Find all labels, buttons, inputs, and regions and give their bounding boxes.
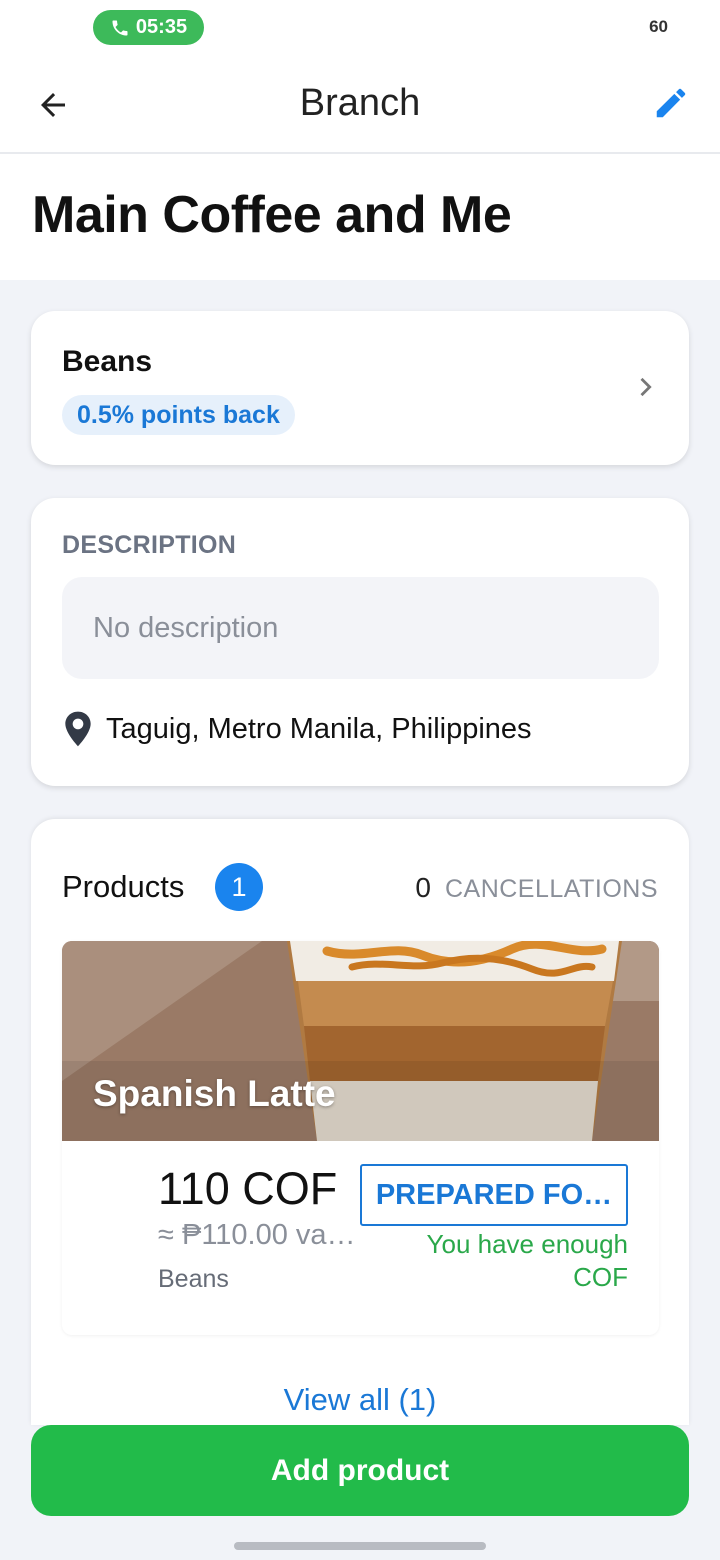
- page-title: Main Coffee and Me: [32, 186, 512, 244]
- product-name: Spanish Latte: [93, 1073, 336, 1114]
- product-image: Spanish Latte: [62, 941, 659, 1141]
- product-peso-value: ≈ ₱110.00 va…: [158, 1219, 356, 1251]
- home-indicator[interactable]: [234, 1542, 486, 1550]
- pencil-icon: [656, 88, 686, 118]
- location-text: Taguig, Metro Manila, Philippines: [106, 712, 532, 745]
- battery-level: 60: [649, 17, 668, 36]
- cancellations-count: 0: [415, 872, 431, 903]
- description-label: DESCRIPTION: [62, 531, 237, 559]
- products-count-badge: 1: [215, 863, 263, 911]
- add-product-button[interactable]: Add product: [31, 1425, 689, 1516]
- ongoing-call-pill[interactable]: 05:35: [93, 10, 204, 45]
- location-row: Taguig, Metro Manila, Philippines: [62, 710, 532, 748]
- beans-title: Beans: [62, 345, 153, 378]
- map-pin-icon: [65, 711, 91, 747]
- products-label: Products: [62, 869, 185, 904]
- description-card: DESCRIPTION No description Taguig, Metro…: [31, 498, 689, 786]
- call-time: 05:35: [135, 16, 188, 38]
- cancellations: 0 CANCELLATIONS: [415, 872, 658, 904]
- edit-button[interactable]: [648, 80, 694, 126]
- app-bar-title: Branch: [299, 82, 421, 124]
- description-text: No description: [62, 577, 659, 679]
- points-back-badge: 0.5% points back: [62, 395, 295, 435]
- products-card: Products 1 0 CANCELLATIONS Spanish Latte…: [31, 819, 689, 1425]
- view-all-link[interactable]: View all (1): [31, 1382, 689, 1418]
- cancellations-label: CANCELLATIONS: [444, 875, 658, 903]
- app-bar: Branch: [0, 56, 720, 154]
- status-bar: 05:35 60: [0, 0, 720, 56]
- product-price: 110 COF: [158, 1163, 338, 1214]
- phone-icon: [112, 20, 128, 35]
- beans-card[interactable]: Beans 0.5% points back: [31, 311, 689, 465]
- prepared-for-button[interactable]: PREPARED FO…: [360, 1164, 628, 1226]
- product-currency: Beans: [158, 1265, 229, 1293]
- chevron-right-icon: [640, 377, 652, 397]
- balance-status: You have enough COF: [426, 1229, 628, 1292]
- product-card[interactable]: Spanish Latte 110 COF ≈ ₱110.00 va… Bean…: [62, 941, 659, 1335]
